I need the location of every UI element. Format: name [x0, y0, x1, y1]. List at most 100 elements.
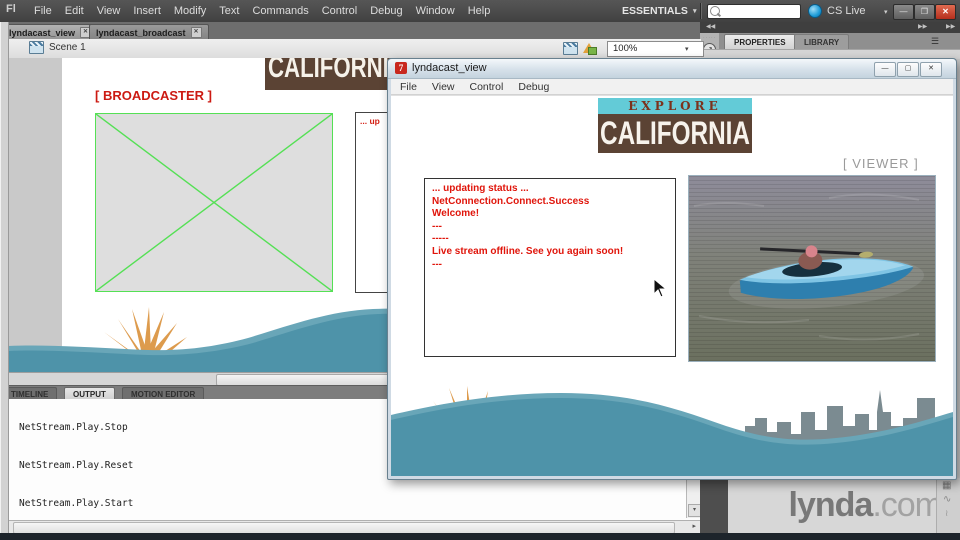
breadcrumb[interactable]: Scene 1 [29, 41, 86, 54]
window-close-button[interactable]: ✕ [935, 4, 956, 20]
live-video-frame [688, 175, 936, 362]
search-box[interactable] [707, 4, 801, 19]
search-icon [710, 6, 720, 16]
window-minimize-button[interactable]: — [893, 4, 914, 20]
status-line: --- [432, 220, 442, 232]
lynda-bold: lynda [788, 486, 874, 524]
cs-live-button[interactable]: CS Live [808, 0, 866, 22]
player-minimize-button[interactable]: — [874, 62, 896, 77]
player-menu-control[interactable]: Control [470, 81, 504, 93]
menu-help[interactable]: Help [468, 5, 491, 17]
status-line: ----- [432, 233, 449, 245]
player-menu-view[interactable]: View [432, 81, 455, 93]
window-left-edge [0, 22, 9, 533]
menu-window[interactable]: Window [416, 5, 455, 17]
menu-modify[interactable]: Modify [174, 5, 206, 17]
menu-file[interactable]: File [34, 5, 52, 17]
edit-scene-button[interactable] [563, 42, 578, 55]
viewer-label: [ VIEWER ] [843, 156, 919, 171]
app-menubar: Fl File Edit View Insert Modify Text Com… [0, 0, 960, 23]
divider [700, 3, 702, 19]
chevron-down-icon: ▾ [884, 9, 888, 16]
california-logo-stage: CALIFORNIA [265, 58, 396, 90]
status-line: Live stream offline. See you again soon! [432, 245, 624, 257]
menu-debug[interactable]: Debug [370, 5, 402, 17]
symbol-square-icon [588, 47, 597, 55]
flash-app-icon: Fl [6, 3, 16, 15]
collapse-panels-icon[interactable]: ◀◀ [706, 22, 715, 33]
status-line: Welcome! [432, 208, 480, 220]
california-banner: CALIFORNIA [598, 114, 752, 153]
doc-tab-label: lyndacast_broadcast [96, 27, 186, 38]
edit-symbols-button[interactable] [583, 41, 597, 55]
expand-panels-icon[interactable]: ▶▶ [946, 22, 955, 33]
lynda-watermark: lynda.com [730, 486, 943, 525]
player-menu-debug[interactable]: Debug [518, 81, 549, 93]
log-line: NetStream.Play.Reset [19, 459, 134, 471]
right-panel-tabbar: PROPERTIES LIBRARY ☰ [719, 33, 960, 50]
scene-label: Scene 1 [49, 42, 86, 53]
squiggle-tool-icon[interactable]: ∿ [943, 494, 951, 505]
status-line: NetConnection.Connect.Success [432, 195, 590, 207]
bottom-right-area: lynda.com ▦ ∿ ≀ [700, 478, 960, 533]
panel-menu-icon[interactable]: ☰ [931, 36, 939, 47]
tab-close-icon[interactable]: ✕ [190, 27, 202, 38]
scroll-right-icon[interactable]: ▸ [692, 521, 696, 533]
curve-tool-icon[interactable]: ≀ [945, 508, 948, 519]
menu-insert[interactable]: Insert [133, 5, 161, 17]
edit-bar: Scene 1 100% ▾ [8, 39, 704, 59]
workspace-label: ESSENTIALS [622, 5, 688, 17]
tool-icons-strip: ▦ ∿ ≀ [936, 478, 960, 533]
workspace-switcher[interactable]: ESSENTIALS ▾ [622, 0, 696, 22]
player-window-title: lyndacast_view [412, 62, 487, 74]
player-menubar: File View Control Debug [391, 79, 953, 95]
menu-text[interactable]: Text [219, 5, 239, 17]
status-textbox[interactable]: ... updating status ... NetConnection.Co… [424, 178, 676, 357]
doc-tab-lyndacast-broadcast[interactable]: lyndacast_broadcast ✕ [89, 24, 209, 40]
status-line: --- [432, 258, 442, 270]
output-horizontal-scrollbar[interactable]: ◂ ▸ [0, 520, 700, 534]
california-logo-text: CALIFORNIA [268, 58, 396, 84]
main-menu: File Edit View Insert Modify Text Comman… [34, 0, 490, 22]
dark-spacer [700, 478, 728, 533]
player-restore-button[interactable]: ▢ [897, 62, 919, 77]
doc-tab-label: lyndacast_view [9, 27, 76, 38]
doc-tab-lyndacast-view[interactable]: lyndacast_view ✕ [2, 24, 99, 40]
explore-banner: EXPLORE [598, 98, 752, 114]
menu-edit[interactable]: Edit [65, 5, 84, 17]
video-placeholder-box[interactable] [95, 113, 333, 292]
expand-panels-icon[interactable]: ▶▶ [918, 22, 927, 33]
player-titlebar[interactable]: 7 lyndacast_view — ▢ ✕ [388, 59, 956, 79]
tab-library[interactable]: LIBRARY [794, 34, 850, 50]
california-banner-text: CALIFORNIA [600, 115, 750, 151]
log-line: NetStream.Play.Stop [19, 421, 128, 433]
menu-commands[interactable]: Commands [252, 5, 308, 17]
chevron-down-icon: ▾ [685, 46, 689, 53]
flash-app-window: Fl File Edit View Insert Modify Text Com… [0, 0, 960, 540]
grid-icon[interactable]: ▦ [942, 480, 951, 491]
player-close-button[interactable]: ✕ [920, 62, 942, 77]
scene-clapperboard-icon [29, 41, 44, 54]
kayak-video-image [689, 176, 935, 361]
stage-zoom-select[interactable]: 100% [607, 41, 704, 57]
player-menu-file[interactable]: File [400, 81, 417, 93]
output-log-lines: NetStream.Play.Stop NetStream.Play.Reset… [19, 399, 145, 520]
window-bottom-edge [0, 533, 960, 540]
search-input[interactable] [721, 5, 800, 18]
status-lines: ... updating status ... NetConnection.Co… [432, 183, 623, 271]
menu-control[interactable]: Control [322, 5, 357, 17]
stage-status-text: ... up [360, 116, 380, 126]
wave-skyline-graphic [391, 386, 953, 476]
status-line: ... updating status ... [432, 183, 529, 194]
grip-dots-icon: ····· [703, 35, 717, 41]
window-restore-button[interactable]: ❐ [914, 4, 935, 20]
player-stage: EXPLORE CALIFORNIA [ VIEWER ] ... updati… [391, 95, 953, 476]
tab-properties[interactable]: PROPERTIES [724, 34, 796, 50]
menu-view[interactable]: View [97, 5, 121, 17]
broadcaster-label: [ BROADCASTER ] [95, 88, 212, 103]
log-line: NetStream.Play.Start [19, 498, 134, 510]
cs-live-label: CS Live [827, 5, 866, 17]
lynda-domain: .com [872, 486, 943, 524]
cs-live-icon [808, 4, 822, 18]
dock-header: ◀◀ ▶▶ ▶▶ [700, 22, 960, 33]
